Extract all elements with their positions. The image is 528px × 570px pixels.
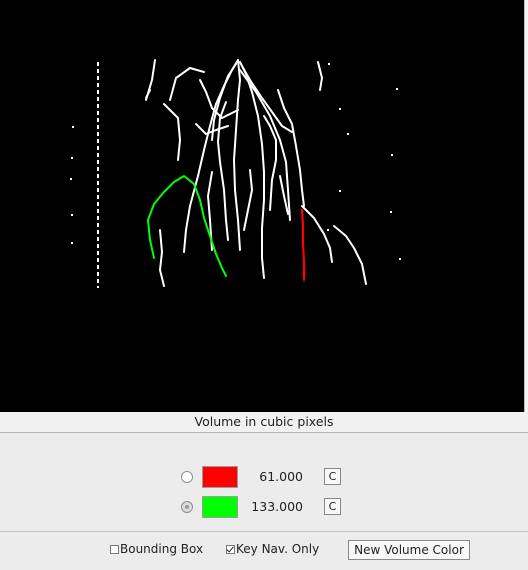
volume-color-swatch-green[interactable] — [202, 496, 238, 518]
bounding-box-label: Bounding Box — [120, 542, 204, 556]
bounding-box-checkbox-box[interactable] — [110, 545, 119, 554]
volume-color-swatch-red[interactable] — [202, 466, 238, 488]
volume-viewer-canvas[interactable] — [0, 0, 524, 412]
key-nav-only-checkbox[interactable]: Key Nav. Only — [226, 542, 319, 558]
traced-neurites-view[interactable] — [0, 0, 524, 412]
bounding-box-checkbox[interactable]: Bounding Box — [110, 542, 203, 558]
volume-select-radio-red[interactable] — [181, 471, 193, 483]
viewer-scrollbar-edge — [524, 0, 528, 412]
clear-volume-button-red[interactable]: C — [324, 468, 341, 485]
volume-value-red: 61.000 — [259, 469, 303, 484]
volume-row-red: 61.000 C — [0, 466, 528, 490]
volume-row-green: 133.000 C — [0, 496, 528, 520]
key-nav-only-checkbox-box[interactable] — [226, 545, 235, 554]
panel-title: Volume in cubic pixels — [0, 412, 528, 433]
new-volume-color-button[interactable]: New Volume Color — [348, 540, 470, 560]
key-nav-only-label: Key Nav. Only — [236, 542, 320, 556]
volume-select-radio-green[interactable] — [181, 501, 193, 513]
volume-value-green: 133.000 — [251, 499, 303, 514]
panel-divider — [0, 531, 528, 532]
clear-volume-button-green[interactable]: C — [324, 498, 341, 515]
